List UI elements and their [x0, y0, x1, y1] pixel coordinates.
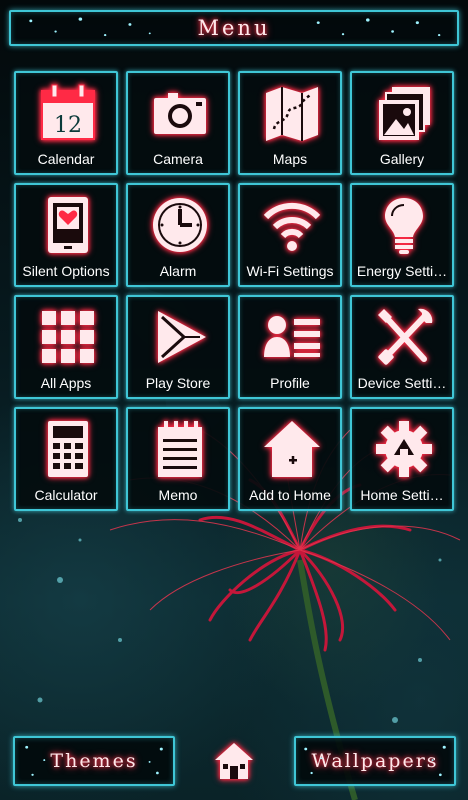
app-label-memo: Memo: [158, 487, 198, 503]
lightbulb-icon: [385, 198, 423, 254]
app-tile-energy-settings[interactable]: Energy Setti…: [350, 183, 454, 287]
play-store-icon: [158, 311, 206, 363]
tools-icon: [378, 308, 433, 365]
gallery-icon: [379, 87, 430, 140]
app-tile-device-settings[interactable]: Device Setti…: [350, 295, 454, 399]
themes-button[interactable]: Themes: [13, 736, 175, 786]
app-tile-wifi-settings[interactable]: Wi-Fi Settings: [238, 183, 342, 287]
themes-label: Themes: [50, 750, 138, 772]
house-icon[interactable]: [213, 740, 255, 782]
app-label-gallery: Gallery: [379, 151, 425, 167]
app-tile-play-store[interactable]: Play Store: [126, 295, 230, 399]
app-tile-gallery[interactable]: Gallery: [350, 71, 454, 175]
app-label-calculator: Calculator: [34, 487, 98, 503]
app-label-maps: Maps: [272, 151, 308, 167]
app-label-profile: Profile: [270, 375, 310, 391]
map-icon: [266, 87, 318, 141]
calendar-icon: 12: [41, 84, 95, 140]
app-label-energy-settings: Energy Setti…: [356, 263, 448, 279]
page-title: Menu: [197, 16, 271, 40]
app-label-camera: Camera: [153, 151, 203, 167]
silent-tablet-icon: [48, 197, 88, 253]
app-tile-maps[interactable]: Maps: [238, 71, 342, 175]
camera-icon: [154, 93, 206, 134]
clock-icon: [153, 198, 207, 252]
app-tile-add-to-home[interactable]: Add to Home: [238, 407, 342, 511]
app-label-device-settings: Device Setti…: [357, 375, 447, 391]
notepad-icon: [158, 421, 202, 477]
app-tile-alarm[interactable]: Alarm: [126, 183, 230, 287]
app-label-alarm: Alarm: [159, 263, 197, 279]
wallpapers-button[interactable]: Wallpapers: [294, 736, 456, 786]
app-tile-profile[interactable]: Profile: [238, 295, 342, 399]
app-tile-calendar[interactable]: 12 Calendar: [14, 71, 118, 175]
calculator-icon: [48, 421, 88, 477]
app-label-silent-options: Silent Options: [22, 263, 110, 279]
menu-title-bar: Menu: [9, 10, 459, 46]
grid-icon: [42, 311, 94, 363]
profile-card-icon: [264, 316, 320, 357]
app-tile-all-apps[interactable]: All Apps: [14, 295, 118, 399]
add-home-icon: [264, 421, 320, 477]
app-label-home-settings: Home Setti…: [360, 487, 444, 503]
app-tile-home-settings[interactable]: Home Setti…: [350, 407, 454, 511]
wifi-icon: [263, 202, 321, 251]
app-label-calendar: Calendar: [37, 151, 95, 167]
app-label-all-apps: All Apps: [40, 375, 92, 391]
app-tile-camera[interactable]: Camera: [126, 71, 230, 175]
calendar-date-text: 12: [54, 113, 82, 138]
app-label-play-store: Play Store: [145, 375, 211, 391]
app-tile-silent-options[interactable]: Silent Options: [14, 183, 118, 287]
wallpapers-label: Wallpapers: [311, 750, 439, 772]
gear-icon: [376, 421, 432, 477]
app-label-wifi-settings: Wi-Fi Settings: [246, 263, 334, 279]
app-label-add-to-home: Add to Home: [249, 487, 331, 503]
app-tile-memo[interactable]: Memo: [126, 407, 230, 511]
app-tile-calculator[interactable]: Calculator: [14, 407, 118, 511]
app-grid: 12 Calendar Camera Maps Gallery Silent O…: [14, 71, 454, 515]
